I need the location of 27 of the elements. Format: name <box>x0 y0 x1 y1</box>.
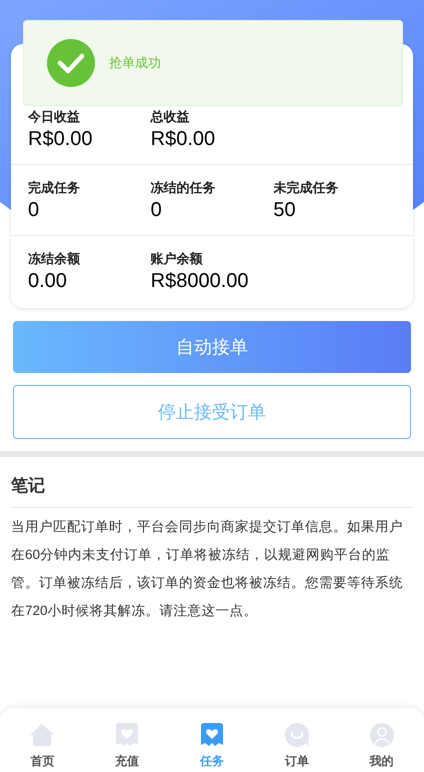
toast-message: 抢单成功 <box>109 54 161 72</box>
stat-label: 完成任务 <box>28 179 81 197</box>
home-icon <box>29 722 56 748</box>
stat-value: R$0.00 <box>150 127 216 152</box>
user-icon <box>368 722 395 748</box>
chat-bubble-icon <box>284 722 310 748</box>
heart-card-icon <box>114 722 140 748</box>
heart-card-icon <box>198 722 225 748</box>
stat-label: 总收益 <box>150 108 191 126</box>
stat-label: 冻结余额 <box>28 250 81 268</box>
nav-tab[interactable]: 首页 <box>0 708 85 772</box>
notes-title: 笔记 <box>11 473 413 508</box>
nav-tab[interactable]: 充值 <box>84 708 170 772</box>
stat-label: 今日收益 <box>28 108 81 126</box>
stat-value: 0 <box>150 198 163 223</box>
nav-tab[interactable]: 我的 <box>339 708 424 772</box>
check-circle-icon <box>47 39 95 87</box>
stat-label: 账户余额 <box>150 250 204 268</box>
nav-tab[interactable]: 订单 <box>254 708 340 772</box>
stat-label: 未完成任务 <box>273 179 340 197</box>
stat-value: R$8000.00 <box>150 269 250 294</box>
stat-value: 50 <box>273 198 297 223</box>
notes-text: 当用户匹配订单时，平台会同步向商家提交订单信息。如果用户在60分钟内未支付订单，订单将被冻结，以规避网购平台的监管。订单被冻结后，该订单的资金也将被冻结。您需要等待系统在720小时候将其解冻。请注意这一点。 <box>11 518 404 620</box>
stat-label: 冻结的任务 <box>150 179 217 197</box>
stat-value: 0.00 <box>28 269 68 294</box>
stat-value: 0 <box>28 198 40 223</box>
stat-value: R$0.00 <box>28 127 94 152</box>
